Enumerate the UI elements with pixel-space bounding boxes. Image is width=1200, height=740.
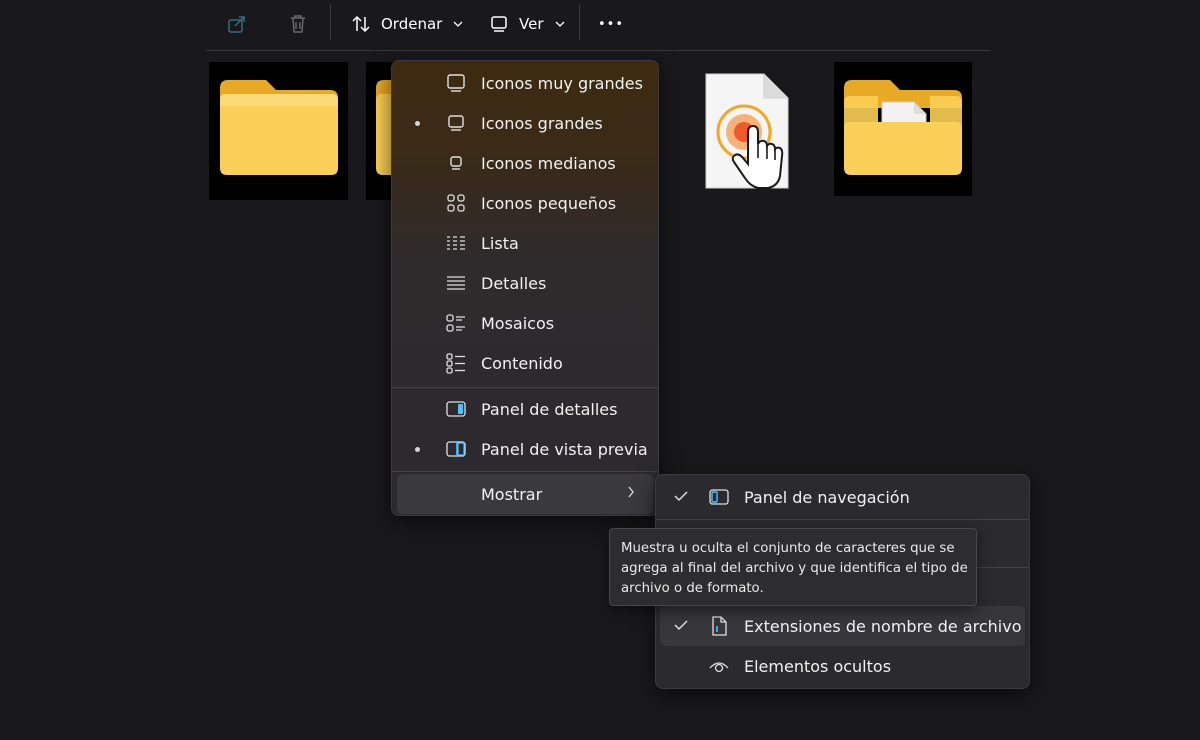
- view-label: Ver: [519, 15, 544, 33]
- menu-item-list[interactable]: Lista: [392, 223, 658, 263]
- menu-separator: [392, 387, 658, 388]
- menu-item-tiles[interactable]: Mosaicos: [392, 303, 658, 343]
- submenu-item-label: Panel de navegación: [744, 487, 910, 507]
- menu-item-label: Mostrar: [481, 484, 543, 504]
- menu-item-content[interactable]: Contenido: [392, 343, 658, 383]
- content-icon: [445, 352, 467, 374]
- menu-item-small-icons[interactable]: Iconos pequeños: [392, 183, 658, 223]
- chevron-right-icon: [628, 486, 634, 498]
- preview-pane-icon: [445, 438, 467, 460]
- check-icon: [674, 491, 688, 502]
- details-pane-icon: [445, 398, 467, 420]
- folder-with-files-icon: [844, 80, 962, 175]
- menu-item-label: Panel de vista previa: [481, 439, 648, 459]
- menu-item-label: Contenido: [481, 353, 563, 373]
- more-icon: •••: [598, 16, 625, 32]
- selected-bullet: [415, 120, 420, 126]
- menu-item-label: Mosaicos: [481, 313, 555, 333]
- sort-label: Ordenar: [381, 15, 443, 33]
- monitor-icon: [445, 112, 467, 134]
- folder-icon: [220, 80, 338, 175]
- selected-bullet: [415, 446, 420, 452]
- tiles-icon: [445, 312, 467, 334]
- submenu-item-navigation-pane[interactable]: Panel de navegación: [656, 477, 1029, 517]
- share-icon: [228, 16, 245, 33]
- grid-icon: [445, 192, 467, 214]
- folder-item[interactable]: [209, 62, 348, 200]
- monitor-icon: [445, 72, 467, 94]
- document-icon: [705, 73, 789, 189]
- list-icon: [445, 232, 467, 254]
- menu-item-extra-large-icons[interactable]: Iconos muy grandes: [392, 63, 658, 103]
- menu-item-preview-pane[interactable]: Panel de vista previa: [392, 429, 658, 469]
- details-icon: [445, 272, 467, 294]
- chevron-down-icon: [555, 21, 564, 27]
- menu-separator: [392, 471, 658, 472]
- menu-item-show[interactable]: Mostrar: [397, 474, 653, 514]
- menu-item-label: Iconos grandes: [481, 113, 603, 133]
- submenu-item-label: Elementos ocultos: [744, 656, 892, 676]
- submenu-item-file-extensions[interactable]: Extensiones de nombre de archivo: [660, 606, 1025, 646]
- check-icon: [674, 620, 688, 631]
- menu-item-label: Iconos pequeños: [481, 193, 617, 213]
- eye-icon: [708, 655, 730, 677]
- menu-item-label: Lista: [481, 233, 519, 253]
- menu-item-label: Panel de detalles: [481, 399, 618, 419]
- file-item[interactable]: [698, 72, 794, 204]
- tooltip: Muestra u oculta el conjunto de caracter…: [609, 528, 977, 606]
- menu-item-label: Iconos medianos: [481, 153, 616, 173]
- file-extension-icon: [708, 615, 730, 637]
- view-menu: Iconos muy grandes Iconos grandes Iconos…: [391, 60, 659, 516]
- chevron-down-icon: [453, 21, 463, 27]
- sort-icon: [352, 15, 370, 33]
- menu-item-details-pane[interactable]: Panel de detalles: [392, 389, 658, 429]
- menu-item-label: Iconos muy grandes: [481, 73, 643, 93]
- toolbar-divider: [206, 50, 990, 51]
- folder-item[interactable]: [834, 62, 972, 196]
- delete-button[interactable]: [287, 6, 309, 42]
- toolbar: Ordenar Ver •••: [0, 0, 1200, 50]
- menu-separator: [656, 519, 1029, 520]
- view-button[interactable]: Ver: [488, 6, 565, 42]
- menu-item-large-icons[interactable]: Iconos grandes: [392, 103, 658, 143]
- monitor-icon: [491, 16, 507, 32]
- monitor-small-icon: [445, 152, 467, 174]
- submenu-item-hidden-items[interactable]: Elementos ocultos: [656, 646, 1029, 686]
- menu-item-label: Detalles: [481, 273, 547, 293]
- navigation-pane-icon: [708, 486, 730, 508]
- menu-item-medium-icons[interactable]: Iconos medianos: [392, 143, 658, 183]
- menu-item-details[interactable]: Detalles: [392, 263, 658, 303]
- sort-button[interactable]: Ordenar: [350, 6, 463, 42]
- tooltip-text: Muestra u oculta el conjunto de caracter…: [621, 541, 968, 596]
- share-button[interactable]: [226, 6, 248, 42]
- toolbar-separator: [330, 4, 331, 40]
- toolbar-separator: [579, 4, 580, 40]
- trash-icon: [291, 15, 305, 33]
- submenu-item-label: Extensiones de nombre de archivo: [744, 616, 1022, 636]
- more-options-button[interactable]: •••: [598, 6, 624, 42]
